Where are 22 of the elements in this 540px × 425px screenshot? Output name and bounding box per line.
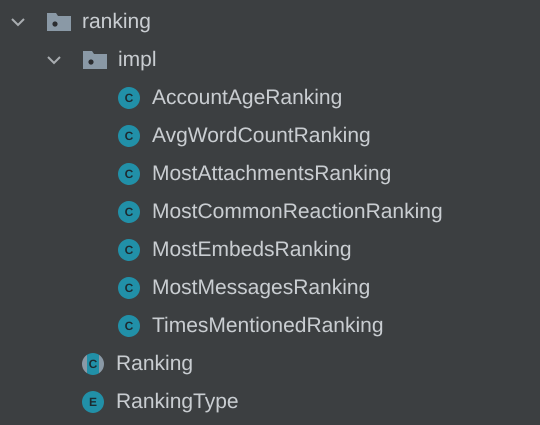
tree-item[interactable]: MostCommonReactionRanking	[152, 200, 443, 224]
class-icon: C	[118, 201, 140, 223]
tree-item[interactable]: MostAttachmentsRanking	[152, 162, 392, 186]
class-icon: C	[118, 239, 140, 261]
tree-item[interactable]: AccountAgeRanking	[152, 86, 342, 110]
class-icon: C	[118, 315, 140, 337]
tree-item[interactable]: MostMessagesRanking	[152, 276, 370, 300]
tree-item[interactable]: RankingType	[116, 390, 239, 414]
tree-item[interactable]: MostEmbedsRanking	[152, 238, 352, 262]
abstract-class-icon: C	[82, 353, 104, 375]
tree-item[interactable]: TimesMentionedRanking	[152, 314, 384, 338]
class-icon: C	[118, 163, 140, 185]
tree-item[interactable]: impl	[118, 48, 157, 72]
class-icon: C	[118, 277, 140, 299]
enum-icon: E	[82, 391, 104, 413]
folder-icon	[46, 12, 72, 32]
class-icon: C	[118, 87, 140, 109]
tree-item[interactable]: ranking	[82, 10, 151, 34]
class-icon: C	[118, 125, 140, 147]
folder-icon	[82, 50, 108, 70]
tree-item[interactable]: AvgWordCountRanking	[152, 124, 371, 148]
tree-item[interactable]: Ranking	[116, 352, 194, 376]
